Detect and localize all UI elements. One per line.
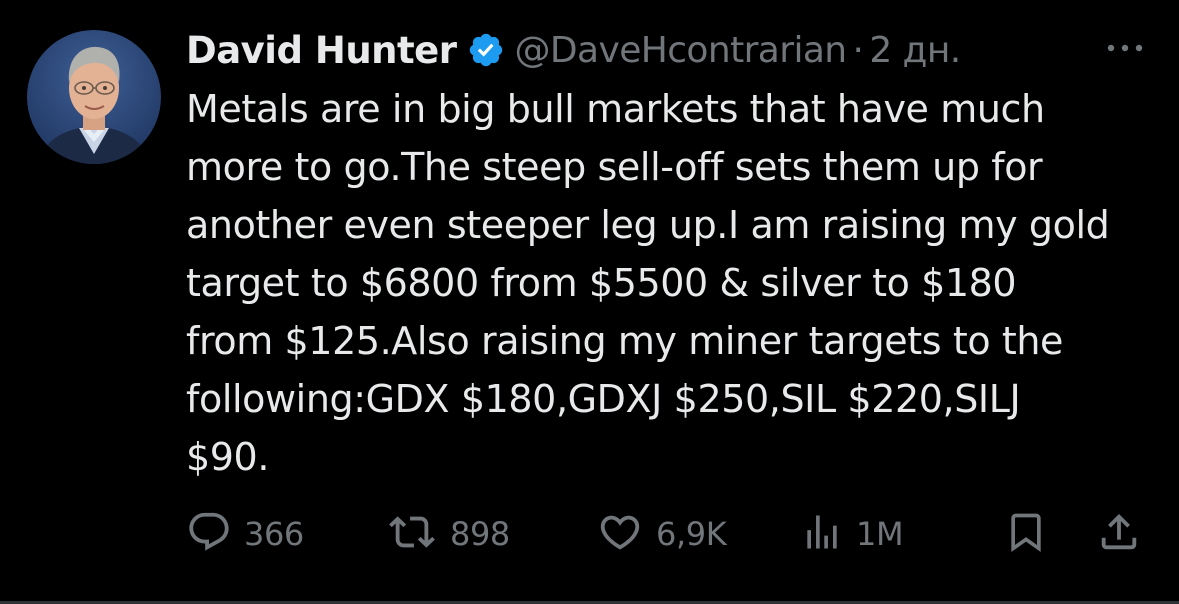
repost-button[interactable]: 898	[386, 508, 510, 560]
avatar[interactable]	[27, 30, 161, 164]
action-bar: 366 898 6,9K 1M	[186, 508, 1151, 560]
reply-icon	[186, 509, 232, 559]
tweet-text-line: Metals are in big bull markets that have…	[186, 87, 1045, 131]
like-icon	[596, 509, 644, 559]
separator-dot: ·	[852, 29, 864, 71]
tweet-text-line: following:GDX $180,GDXJ $250,SIL $220,SI…	[186, 377, 1021, 421]
verified-badge-icon	[467, 31, 505, 69]
like-button[interactable]: 6,9K	[596, 508, 727, 560]
bookmark-button[interactable]	[1004, 508, 1048, 560]
views-count: 1M	[856, 515, 904, 553]
tweet-timestamp[interactable]: 2 дн.	[869, 30, 961, 71]
author-handle[interactable]: @DaveHcontrarian	[515, 30, 848, 71]
share-button[interactable]	[1096, 508, 1142, 560]
tweet-text-line: $90.	[186, 435, 270, 479]
author-name[interactable]: David Hunter	[186, 29, 457, 72]
tweet-text-line: from $125.Also raising my miner targets …	[186, 319, 1064, 363]
reply-button[interactable]: 366	[186, 508, 304, 560]
tweet: David Hunter @DaveHcontrarian · 2 дн. Me…	[0, 0, 1179, 604]
more-icon[interactable]	[1103, 36, 1147, 60]
tweet-header: David Hunter @DaveHcontrarian · 2 дн.	[186, 24, 961, 76]
views-icon	[800, 509, 844, 559]
tweet-text-line: more to go.The steep sell-off sets them …	[186, 145, 1043, 189]
views-button[interactable]: 1M	[800, 508, 904, 560]
repost-count: 898	[450, 515, 510, 553]
tweet-text-line: target to $6800 from $5500 & silver to $…	[186, 261, 1017, 305]
reply-count: 366	[244, 515, 304, 553]
repost-icon	[386, 509, 438, 559]
bookmark-icon	[1004, 508, 1048, 560]
like-count: 6,9K	[656, 515, 727, 553]
tweet-text-line: another even steeper leg up.I am raising…	[186, 203, 1110, 247]
share-icon	[1096, 508, 1142, 560]
tweet-text: Metals are in big bull markets that have…	[186, 80, 1161, 486]
